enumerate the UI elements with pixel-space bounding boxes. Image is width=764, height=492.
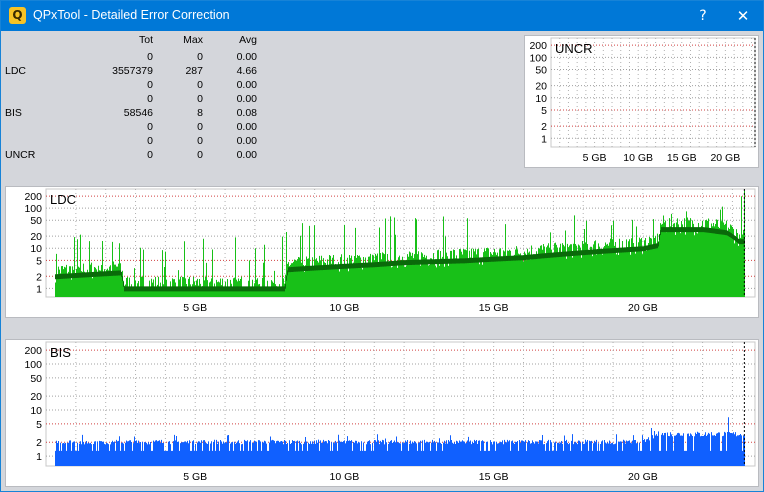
chart-title: LDC <box>50 192 76 207</box>
x-tick-label: 15 GB <box>479 471 509 483</box>
stats-row-tot: 0 <box>147 135 153 147</box>
y-tick-label: 2 <box>541 121 547 133</box>
stats-row-max: 0 <box>197 149 203 161</box>
y-tick-label: 1 <box>36 451 42 463</box>
stats-row-max: 0 <box>197 121 203 133</box>
y-tick-label: 50 <box>30 373 42 385</box>
y-tick-label: 5 <box>36 255 42 267</box>
stats-row-tot: 0 <box>147 121 153 133</box>
stats-row-tot: 0 <box>147 149 153 161</box>
header-avg: Avg <box>239 34 257 46</box>
stats-row-max: 0 <box>197 93 203 105</box>
y-tick-label: 10 <box>30 405 42 417</box>
stats-row: LDC 3557379 287 4.66 <box>3 65 263 79</box>
stats-row-tot: 3557379 <box>112 65 153 77</box>
x-tick-label: 20 GB <box>628 302 658 314</box>
stats-row-avg: 0.00 <box>236 79 257 91</box>
x-tick-label: 5 GB <box>183 302 207 314</box>
stats-row-avg: 0.00 <box>236 121 257 133</box>
error-correction-panel: Tot Max Avg 0 0 0.00 LDC 3557379 287 4.66 0 0 0.0… <box>1 24 763 491</box>
stats-row: 0 0 0.00 <box>3 121 263 135</box>
uncr-chart: 1251020501002005005 GB10 GB15 GB20 GBUNC… <box>529 24 756 164</box>
y-tick-label: 50 <box>535 65 547 77</box>
stats-row-max: 287 <box>185 65 203 77</box>
stats-row-avg: 0.08 <box>236 107 257 119</box>
stats-row-tot: 58546 <box>123 107 153 119</box>
stats-row-name: LDC <box>5 65 27 77</box>
stats-row-name: BIS <box>5 107 22 119</box>
stats-row-avg: 0.00 <box>236 149 257 161</box>
y-tick-label: 1 <box>36 283 42 295</box>
stats-row: 0 0 0.00 <box>3 51 263 65</box>
x-tick-label: 10 GB <box>623 152 653 164</box>
stats-row-avg: 4.66 <box>236 65 257 77</box>
stats-row: 0 0 0.00 <box>3 79 263 93</box>
stats-row-avg: 0.00 <box>236 135 257 147</box>
stats-header-row: Tot Max Avg <box>3 34 263 48</box>
stats-row-max: 0 <box>197 51 203 63</box>
header-tot: Tot <box>138 34 153 46</box>
ldc-chart: 1251020501002005005 GB10 GB15 GB20 GBLDC <box>24 175 756 314</box>
y-tick-label: 20 <box>30 391 42 403</box>
bis-chart: 1251020501002005005 GB10 GB15 GB20 GBBIS <box>24 327 756 483</box>
header-max: Max <box>183 34 203 46</box>
y-tick-label: 1 <box>541 133 547 145</box>
x-tick-label: 20 GB <box>628 471 658 483</box>
stats-row-max: 0 <box>197 135 203 147</box>
stats-row-max: 8 <box>197 107 203 119</box>
window-title: QPxTool - Detailed Error Correction <box>33 8 230 22</box>
qpxtool-window: Q QPxTool - Detailed Error Correction ? … <box>0 0 764 492</box>
y-tick-label: 10 <box>30 243 42 255</box>
stats-row: 0 0 0.00 <box>3 135 263 149</box>
chart-title: UNCR <box>555 41 593 56</box>
y-tick-label: 100 <box>529 52 547 64</box>
ldc-plot: 1251020501002005005 GB10 GB15 GB20 GBLDC <box>5 175 759 318</box>
stats-row-avg: 0.00 <box>236 51 257 63</box>
x-tick-label: 20 GB <box>710 152 740 164</box>
y-tick-label: 2 <box>36 437 42 449</box>
x-tick-label: 5 GB <box>583 152 607 164</box>
y-tick-label: 200 <box>24 345 42 357</box>
y-tick-label: 5 <box>541 105 547 117</box>
x-tick-label: 5 GB <box>183 471 207 483</box>
stats-row-tot: 0 <box>147 79 153 91</box>
stats-row-tot: 0 <box>147 51 153 63</box>
x-tick-label: 15 GB <box>667 152 697 164</box>
y-tick-label: 5 <box>36 419 42 431</box>
y-tick-label: 100 <box>24 203 42 215</box>
stats-row: BIS 58546 8 0.08 <box>3 107 263 121</box>
title-bar[interactable]: Q QPxTool - Detailed Error Correction ? … <box>1 1 763 31</box>
close-button[interactable]: ✕ <box>725 1 761 31</box>
x-tick-label: 10 GB <box>330 471 360 483</box>
uncr-plot: 1251020501002005005 GB10 GB15 GB20 GBUNC… <box>524 24 759 168</box>
stats-row-tot: 0 <box>147 93 153 105</box>
y-tick-label: 50 <box>30 215 42 227</box>
y-tick-label: 2 <box>36 271 42 283</box>
chart-title: BIS <box>50 345 71 360</box>
stats-row: 0 0 0.00 <box>3 93 263 107</box>
stats-row-name: UNCR <box>5 149 36 161</box>
stats-row-avg: 0.00 <box>236 93 257 105</box>
y-tick-label: 100 <box>24 359 42 371</box>
stats-row-max: 0 <box>197 79 203 91</box>
stats-row: UNCR 0 0 0.00 <box>3 149 263 163</box>
y-tick-label: 200 <box>24 191 42 203</box>
qpxtool-app-icon: Q <box>9 7 26 24</box>
x-tick-label: 15 GB <box>479 302 509 314</box>
y-tick-label: 20 <box>535 81 547 93</box>
bis-plot: 1251020501002005005 GB10 GB15 GB20 GBBIS <box>5 327 759 487</box>
y-tick-label: 20 <box>30 231 42 243</box>
x-tick-label: 10 GB <box>330 302 360 314</box>
help-button[interactable]: ? <box>685 1 721 31</box>
y-tick-label: 200 <box>529 40 547 52</box>
y-tick-label: 10 <box>535 93 547 105</box>
